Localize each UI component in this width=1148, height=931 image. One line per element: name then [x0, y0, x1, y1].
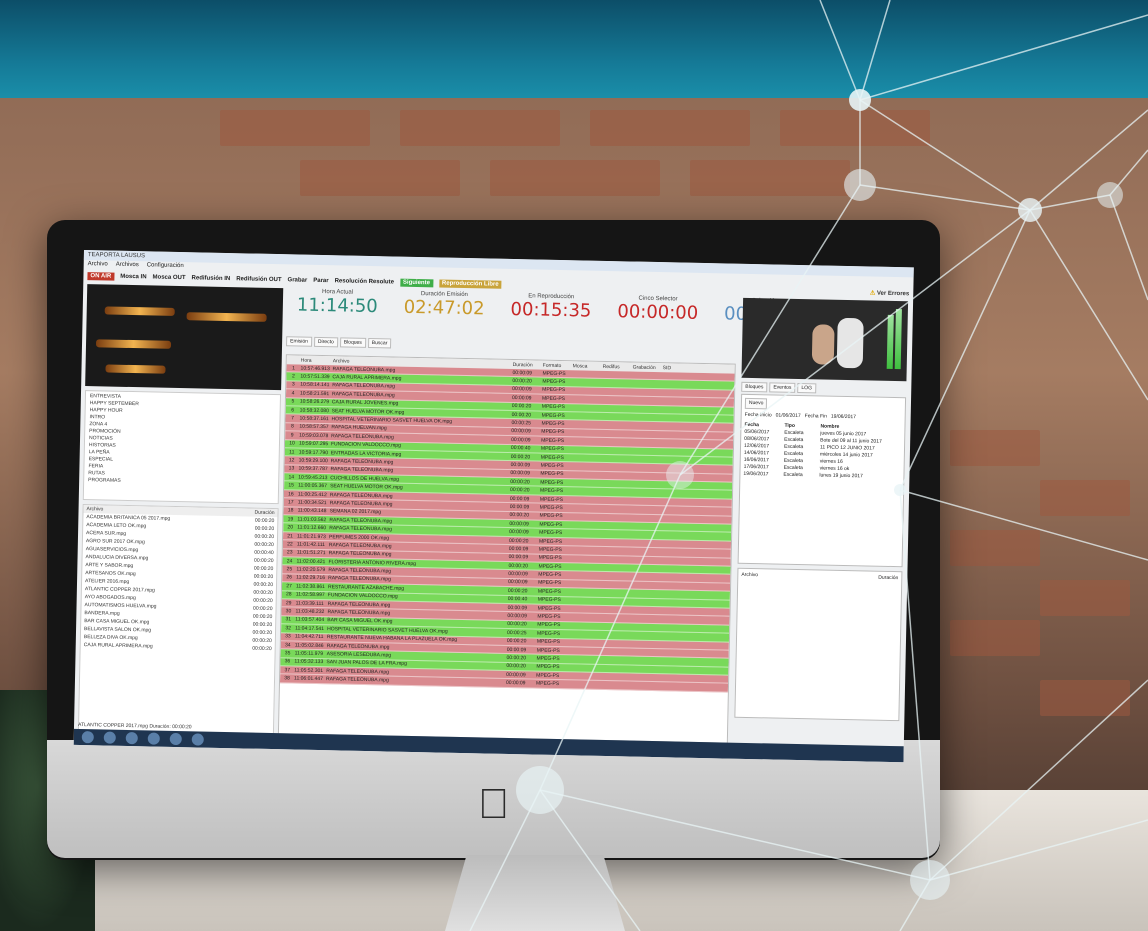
network-overlay — [469, 0, 1148, 931]
photo-scene:  TEAPORTA LAUSUS Archivo Archivos Confi… — [0, 0, 1148, 931]
